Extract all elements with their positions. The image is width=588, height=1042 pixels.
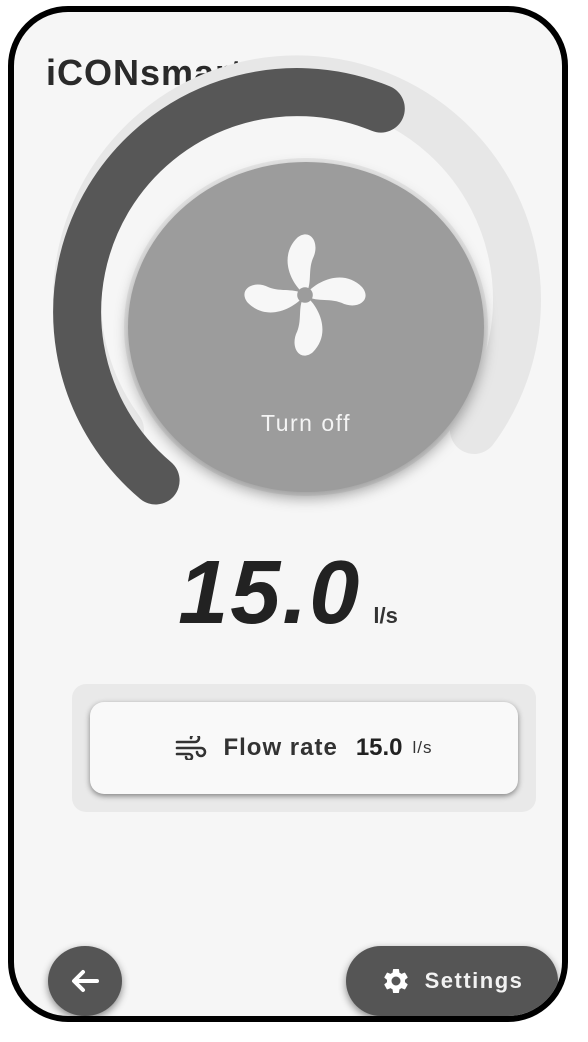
- flow-readout-unit: l/s: [373, 603, 398, 628]
- settings-button[interactable]: Settings: [346, 946, 558, 1016]
- wind-icon: [176, 736, 207, 760]
- flow-rate-panel: Flow rate 15.0 l/s: [72, 684, 536, 812]
- power-toggle-label: Turn off: [261, 410, 351, 436]
- gear-icon: [383, 968, 408, 993]
- flow-readout: 15.0 l/s: [14, 542, 562, 645]
- flow-rate-value: 15.0: [355, 734, 403, 761]
- arrow-left-icon: [72, 970, 99, 992]
- phone-frame: iCONsmart 15 Turn off 15.0 l/s Flow rate…: [8, 6, 568, 1022]
- flow-rate-unit: l/s: [412, 738, 433, 757]
- flow-readout-value: 15.0: [178, 543, 362, 643]
- power-toggle-button[interactable]: Turn off: [128, 162, 484, 492]
- back-button[interactable]: [48, 946, 122, 1016]
- flow-rate-card[interactable]: Flow rate 15.0 l/s: [90, 702, 518, 794]
- settings-label: Settings: [424, 968, 524, 993]
- fan-icon: [244, 234, 366, 356]
- flow-rate-label: Flow rate: [223, 734, 338, 761]
